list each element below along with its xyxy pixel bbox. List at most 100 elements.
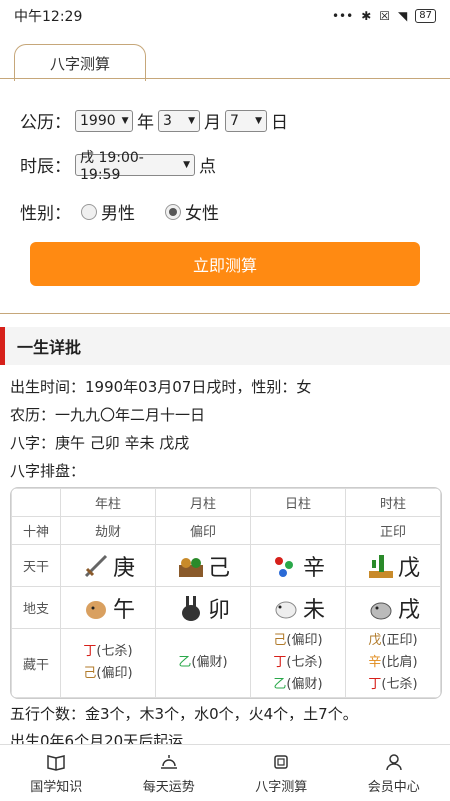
battery-icon: 87 (415, 9, 436, 23)
status-time: 中午12:29 (14, 6, 82, 26)
canggan-gan: 乙 (273, 677, 286, 692)
section-divider (0, 313, 450, 314)
canggan-cell: 己(偏印)丁(七杀)乙(偏财) (251, 629, 346, 698)
section-accent-bar (0, 327, 5, 365)
canggan-cell: 丁(七杀)己(偏印) (61, 629, 156, 698)
bottom-nav: 国学知识 每天运势 八字测算 会员中心 (0, 744, 450, 801)
tab-bar: 八字测算 (0, 32, 450, 80)
row-label: 地支 (12, 587, 61, 629)
sword-icon (81, 551, 111, 581)
canggan-cell: 戊(正印)辛(比肩)丁(七杀) (346, 629, 441, 698)
shishen-cell (251, 517, 346, 545)
section-title: 一生详批 (17, 334, 81, 358)
paipan-label: 八字排盘： (10, 460, 85, 481)
shishen-cell: 正印 (346, 517, 441, 545)
tab-bazi[interactable]: 八字测算 (14, 44, 146, 81)
row-label: 十神 (12, 517, 61, 545)
birth-info: 出生时间：1990年03月07日戌时，性别：女 (10, 376, 311, 397)
canggan-item: 己(偏印) (251, 630, 345, 652)
wuxing-count: 五行个数：金3个，木3个，水0个，火4个，土7个。 (10, 703, 358, 724)
tiangan-char: 戊 (398, 550, 420, 582)
hour-select[interactable]: 戌 19:00-19:59▼ (75, 154, 195, 176)
tiangan-char: 庚 (113, 550, 135, 582)
sheep-icon (271, 593, 301, 623)
canggan-rel: (偏财) (286, 677, 322, 692)
section-header: 一生详批 (0, 327, 450, 365)
horse-icon (81, 593, 111, 623)
chevron-down-icon: ▼ (122, 116, 129, 126)
shishen-cell: 偏印 (156, 517, 251, 545)
nav-guoxue[interactable]: 国学知识 (0, 745, 113, 801)
tiangan-char: 辛 (303, 550, 325, 582)
canggan-item: 丁(七杀) (251, 652, 345, 674)
wifi-icon: ◥ (398, 9, 407, 23)
canggan-rel: (正印) (381, 633, 417, 648)
col-header: 时柱 (346, 489, 441, 517)
bazi-info: 八字：庚午 己卯 辛未 戊戌 (10, 432, 189, 453)
canggan-gan: 丁 (273, 655, 286, 670)
canggan-gan: 丁 (368, 677, 381, 692)
col-header: 年柱 (61, 489, 156, 517)
canggan-item: 乙(偏财) (251, 674, 345, 696)
canggan-gan: 辛 (368, 655, 381, 670)
sim-icon: ☒ (379, 9, 390, 23)
hour-row: 时辰： 戌 19:00-19:59▼ 点 (20, 152, 216, 177)
gems-icon (271, 551, 301, 581)
canggan-rel: (比肩) (381, 655, 417, 670)
sunrise-icon (159, 752, 179, 772)
solar-label: 公历： (20, 108, 71, 133)
canggan-gan: 丁 (83, 644, 96, 659)
canggan-gan: 戊 (368, 633, 381, 648)
row-label: 藏干 (12, 629, 61, 698)
status-bar: 中午12:29 ••• ✱ ☒ ◥ 87 (0, 0, 450, 32)
canggan-gan: 己 (83, 666, 96, 681)
day-select[interactable]: 7▼ (225, 110, 267, 132)
canggan-item: 辛(比肩) (346, 652, 440, 674)
chevron-down-icon: ▼ (188, 116, 195, 126)
canggan-rel: (七杀) (286, 655, 322, 670)
canggan-item: 戊(正印) (346, 630, 440, 652)
tab-divider (0, 78, 450, 79)
nav-member[interactable]: 会员中心 (338, 745, 450, 801)
canggan-rel: (七杀) (381, 677, 417, 692)
canggan-item: 己(偏印) (61, 663, 155, 685)
gender-row: 性别： 男性 女性 (20, 199, 219, 224)
male-label[interactable]: 男性 (101, 199, 135, 224)
table-row-dizhi: 地支 午 卯 未 戌 (12, 587, 441, 629)
year-unit: 年 (137, 108, 154, 133)
year-select[interactable]: 1990▼ (75, 110, 133, 132)
female-radio[interactable] (165, 204, 181, 220)
chip-icon (271, 752, 291, 772)
dizhi-char: 未 (303, 592, 325, 624)
dots-icon: ••• (332, 9, 353, 23)
canggan-rel: (偏财) (191, 655, 227, 670)
month-select[interactable]: 3▼ (158, 110, 200, 132)
chevron-down-icon: ▼ (255, 116, 262, 126)
canggan-rel: (偏印) (96, 666, 132, 681)
calculate-button[interactable]: 立即测算 (30, 242, 420, 286)
dizhi-char: 卯 (208, 592, 230, 624)
dizhi-char: 午 (113, 592, 135, 624)
table-row-tiangan: 天干 庚 己 辛 戊 (12, 545, 441, 587)
male-radio[interactable] (81, 204, 97, 220)
cactus-icon (366, 551, 396, 581)
nav-yunshi[interactable]: 每天运势 (113, 745, 226, 801)
hour-label: 时辰： (20, 152, 71, 177)
user-icon (384, 752, 404, 772)
gender-label: 性别： (20, 199, 71, 224)
chevron-down-icon: ▼ (183, 160, 190, 170)
canggan-item: 丁(七杀) (61, 641, 155, 663)
nav-bazi[interactable]: 八字测算 (225, 745, 338, 801)
bazi-table: 年柱 月柱 日柱 时柱 十神 劫财 偏印 正印 天干 庚 己 辛 戊 地支 午 … (10, 487, 442, 699)
dizhi-char: 戌 (398, 592, 420, 624)
bluetooth-icon: ✱ (361, 9, 371, 23)
row-label: 天干 (12, 545, 61, 587)
canggan-cell: 乙(偏财) (156, 629, 251, 698)
canggan-gan: 乙 (178, 655, 191, 670)
table-header-row: 年柱 月柱 日柱 时柱 (12, 489, 441, 517)
tiangan-char: 己 (208, 550, 230, 582)
lunar-info: 农历：一九九〇年二月十一日 (10, 404, 205, 425)
female-label[interactable]: 女性 (185, 199, 219, 224)
book-icon (46, 752, 66, 772)
canggan-item: 乙(偏财) (156, 652, 250, 674)
